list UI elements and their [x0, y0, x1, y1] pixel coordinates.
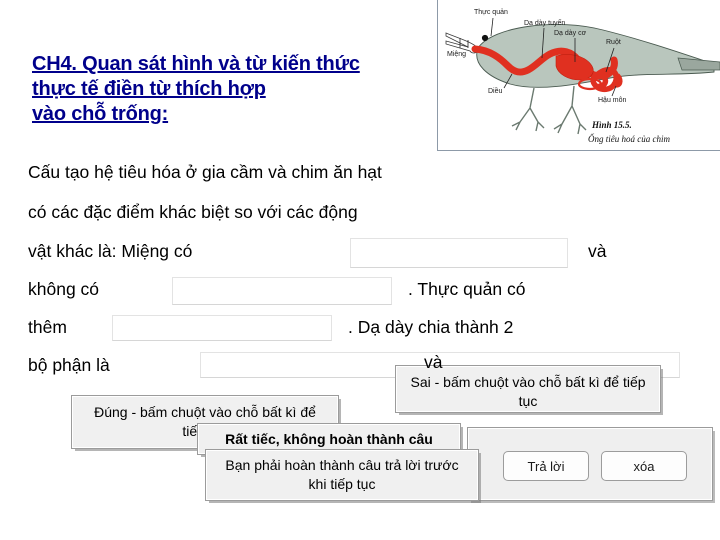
feedback-incorrect-dialog[interactable]: Sai - bấm chuột vào chỗ bất kì để tiếp t… [395, 365, 661, 413]
feedback-incomplete-body-dialog[interactable]: Bạn phải hoàn thành câu trả lời trước kh… [205, 449, 479, 501]
label-muscular-stomach: Dạ dày cơ [554, 30, 587, 37]
label-anus: Hậu môn [598, 97, 627, 104]
clear-answer-button[interactable]: xóa [601, 451, 687, 481]
page-title-line-1: CH4. Quan sát hình và từ kiến thức [32, 53, 360, 75]
answer-button-panel: Trả lời xóa [467, 427, 713, 501]
body-line-2: có các đặc điểm khác biệt so với các độn… [28, 202, 358, 222]
blank-khong-co[interactable] [172, 277, 392, 305]
diagram-caption-line-1: Hình 15.5. [591, 120, 632, 130]
label-glandular-stomach: Dạ dày tuyến [524, 18, 565, 27]
label-crop: Diều [488, 86, 503, 95]
label-esophagus: Thực quản [474, 9, 508, 16]
body-line-6b: và [424, 352, 443, 372]
label-intestine: Ruột [606, 39, 621, 46]
label-mouth: Miệng [447, 51, 466, 58]
feedback-incomplete-body-text: Bạn phải hoàn thành câu trả lời trước kh… [225, 457, 459, 492]
body-line-1: Cấu tạo hệ tiêu hóa ở gia cầm và chim ăn… [28, 162, 382, 182]
page-title-line-2: thực tế điền từ thích hợp [32, 78, 266, 100]
body-line-6a: bộ phận là [28, 355, 110, 375]
feedback-incomplete-title-text: Rất tiếc, không hoàn thành câu [225, 431, 433, 447]
feedback-incorrect-text: Sai - bấm chuột vào chỗ bất kì để tiếp t… [410, 374, 646, 409]
blank-them[interactable] [112, 315, 332, 341]
bird-digestive-diagram: Thực quản Dạ dày tuyến Dạ dày cơ Ruột Mi… [437, 0, 720, 151]
page-title-line-3: vào chỗ trống: [32, 103, 169, 125]
body-line-4b: . Thực quản có [408, 279, 526, 299]
submit-answer-button[interactable]: Trả lời [503, 451, 589, 481]
body-line-5b: . Dạ dày chia thành 2 [348, 317, 514, 337]
page-title: CH4. Quan sát hình và từ kiến thức thực … [32, 52, 452, 127]
body-line-3a: vật khác là: Miệng có [28, 241, 193, 261]
diagram-caption-line-2: Ống tiêu hoá của chim [588, 134, 670, 144]
bird-eye [481, 34, 489, 42]
bird-diagram-svg: Thực quản Dạ dày tuyến Dạ dày cơ Ruột Mi… [438, 0, 720, 150]
body-line-4a: không có [28, 279, 100, 299]
body-line-5a: thêm [28, 317, 67, 337]
body-line-3b: và [588, 241, 607, 261]
blank-mieng-co[interactable] [350, 238, 568, 268]
